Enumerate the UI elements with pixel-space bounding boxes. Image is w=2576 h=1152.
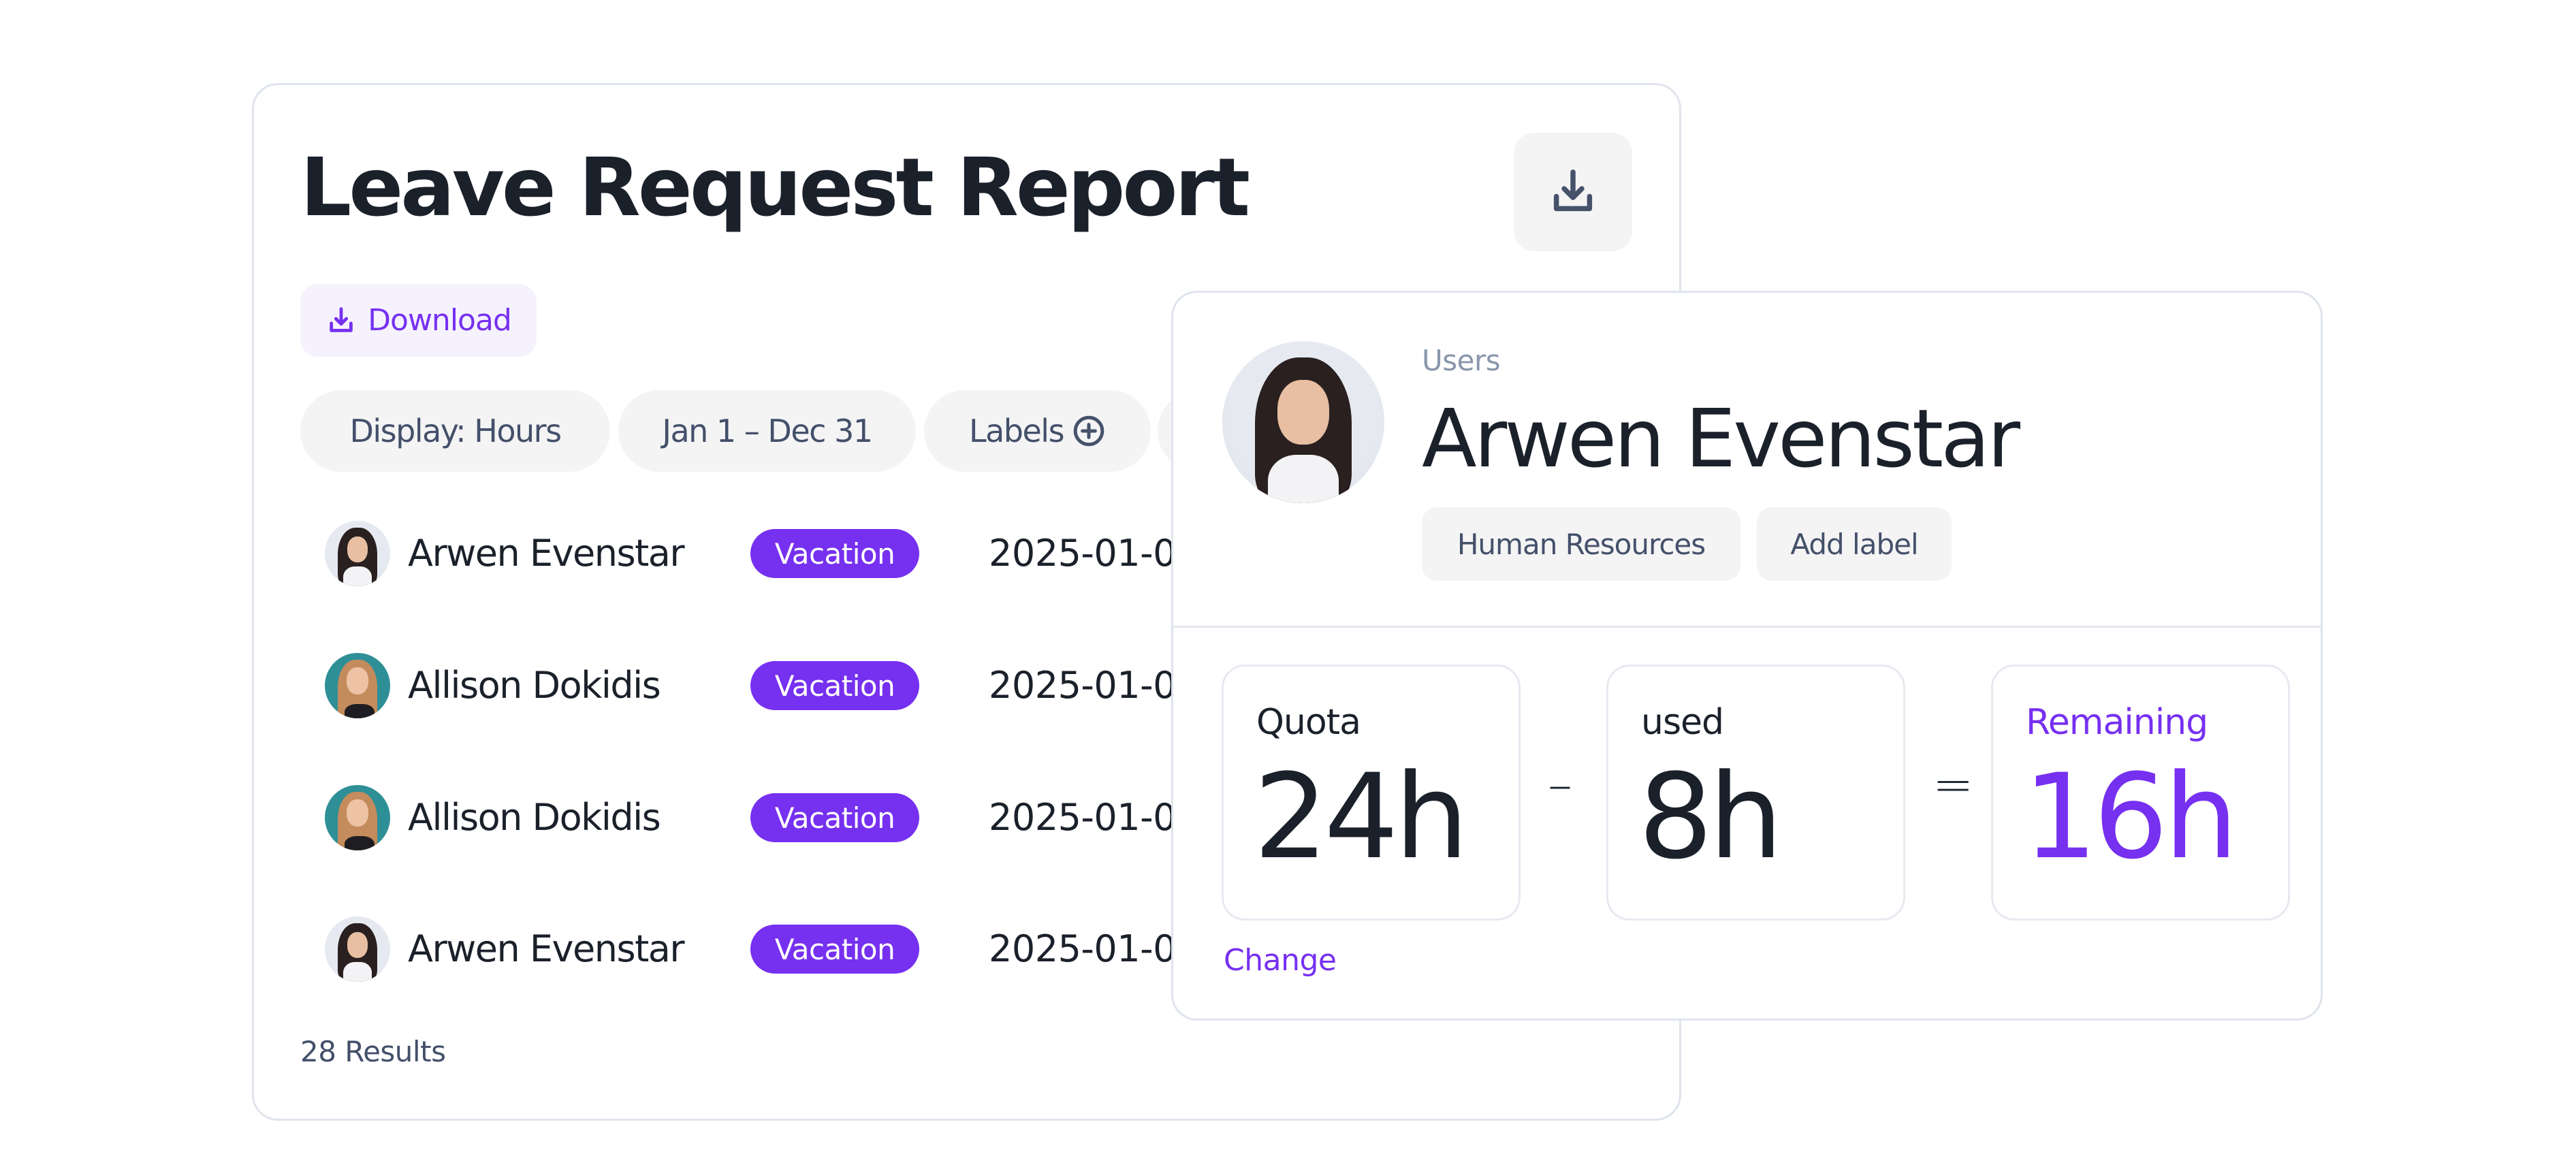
filter-display-units[interactable]: Display: Hours [300,390,610,472]
filter-label: Jan 1 – Dec 31 [662,413,873,449]
employee-name: Arwen Evenstar [408,927,685,970]
avatar [325,785,390,850]
filter-date-range[interactable]: Jan 1 – Dec 31 [618,390,916,472]
avatar [325,521,390,586]
change-quota-link[interactable]: Change [1224,943,1337,978]
employee-name: Allison Dokidis [408,664,661,707]
leave-date: 2025-01-0 [989,532,1176,575]
minus-sign: – [1548,756,1572,813]
used-value: 8h [1638,748,1783,885]
download-button[interactable]: Download [300,284,537,357]
used-label: used [1641,702,1724,743]
remaining-label: Remaining [2026,702,2208,743]
user-quota-card: Users Arwen Evenstar Human Resources Add… [1171,291,2323,1021]
remaining-value: 16h [2023,748,2238,885]
remaining-box: Remaining 16h [1991,665,2290,921]
divider [1173,626,2321,628]
leave-date: 2025-01-0 [989,927,1176,970]
user-avatar [1222,341,1384,503]
filter-labels[interactable]: Labels [924,390,1151,472]
employee-name: Allison Dokidis [408,796,661,839]
download-icon [330,306,353,332]
avatar [325,916,390,982]
table-row[interactable]: Arwen Evenstar Vacation 2025-01-0 [325,519,1210,588]
leave-type-badge: Vacation [750,661,919,710]
user-name: Arwen Evenstar [1422,391,2020,485]
download-label: Download [368,303,512,338]
leave-type-badge: Vacation [750,529,919,578]
department-label[interactable]: Human Resources [1422,507,1740,581]
table-row[interactable]: Arwen Evenstar Vacation 2025-01-0 [325,915,1210,983]
used-box: used 8h [1606,665,1905,921]
breadcrumb-users[interactable]: Users [1422,344,1501,377]
filter-label: Display: Hours [349,413,562,449]
table-row[interactable]: Allison Dokidis Vacation 2025-01-0 [325,784,1210,852]
export-button[interactable] [1514,133,1632,251]
filter-label: Labels [968,413,1065,449]
quota-value: 24h [1254,748,1469,885]
leave-type-badge: Vacation [750,925,919,974]
page-title: Leave Request Report [300,140,1250,234]
quota-label: Quota [1256,702,1361,743]
table-row[interactable]: Allison Dokidis Vacation 2025-01-0 [325,652,1210,720]
avatar [325,653,390,718]
leave-type-badge: Vacation [750,793,919,842]
leave-date: 2025-01-0 [989,796,1176,839]
leave-date: 2025-01-0 [989,664,1176,707]
quota-box: Quota 24h [1222,665,1521,921]
equals-sign: = [1933,756,1974,813]
download-icon [1553,170,1593,212]
employee-name: Arwen Evenstar [408,532,685,575]
results-count: 28 Results [300,1035,446,1068]
add-label-button[interactable]: Add label [1757,507,1952,581]
plus-circle-icon [1073,415,1104,447]
